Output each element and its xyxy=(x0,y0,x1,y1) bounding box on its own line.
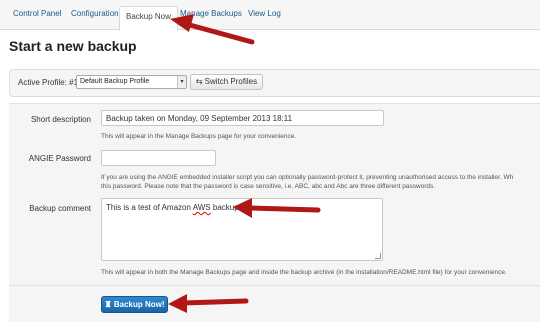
annotation-arrow-icon xyxy=(170,14,255,45)
annotation-arrows xyxy=(168,14,321,313)
annotation-arrow-icon xyxy=(168,294,249,313)
annotation-arrow-icon xyxy=(233,198,321,218)
